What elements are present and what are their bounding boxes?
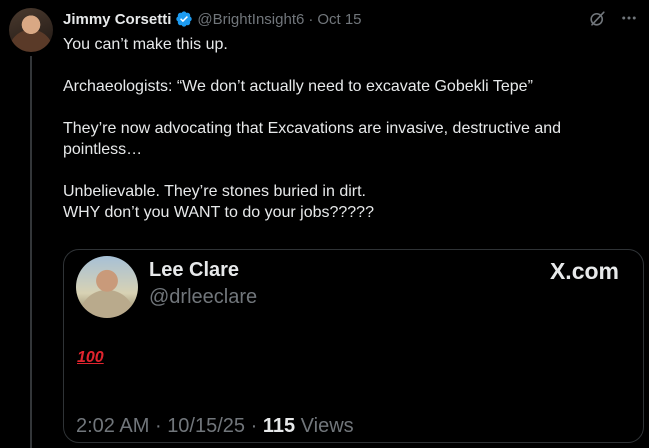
- separator-dot: ·: [308, 10, 314, 28]
- tweet-date[interactable]: Oct 15: [317, 11, 361, 28]
- more-icon[interactable]: [619, 8, 639, 28]
- hundred-points-emoji: 100: [77, 349, 104, 366]
- quote-time[interactable]: 2:02 AM: [76, 415, 149, 437]
- author-handle[interactable]: @BrightInsight6: [197, 11, 304, 28]
- views-label: Views: [300, 415, 354, 437]
- author-name[interactable]: Jimmy Corsetti: [63, 11, 171, 28]
- views-count: 115: [262, 415, 296, 437]
- thread-line: [30, 56, 32, 448]
- author-avatar[interactable]: [9, 8, 53, 52]
- quote-author-handle[interactable]: @drleeclare: [149, 286, 257, 309]
- tweet-line: You can’t make this up.: [63, 36, 228, 53]
- quote-avatar[interactable]: [76, 256, 138, 318]
- separator-dot: ·: [250, 415, 258, 437]
- tweet-text: You can’t make this up. Archaeologists: …: [63, 34, 633, 223]
- tweet-line: Archaeologists: “We don’t actually need …: [63, 78, 533, 95]
- tweet-line: pointless…: [63, 141, 143, 158]
- separator-dot: ·: [154, 415, 162, 437]
- tweet-line: Unbelievable. They’re stones buried in d…: [63, 183, 366, 200]
- tweet-line: WHY don’t you WANT to do your jobs?????: [63, 204, 374, 221]
- quoted-tweet-card[interactable]: Lee Clare @drleeclare X.com 100 2:02 AM …: [63, 249, 644, 443]
- tweet-line: They’re now advocating that Excavations …: [63, 120, 562, 137]
- tweet-header: Jimmy Corsetti @BrightInsight6 · Oct 15: [63, 9, 362, 29]
- quote-author-name[interactable]: Lee Clare: [149, 259, 239, 282]
- quote-meta: 2:02 AM · 10/15/25 · 115 Views: [76, 415, 354, 438]
- tweet-actions-top: [587, 8, 639, 28]
- xcom-logo: X.com: [549, 258, 619, 284]
- verified-badge-icon: [175, 10, 193, 28]
- quote-date[interactable]: 10/15/25: [167, 415, 245, 437]
- grok-icon[interactable]: [587, 8, 607, 28]
